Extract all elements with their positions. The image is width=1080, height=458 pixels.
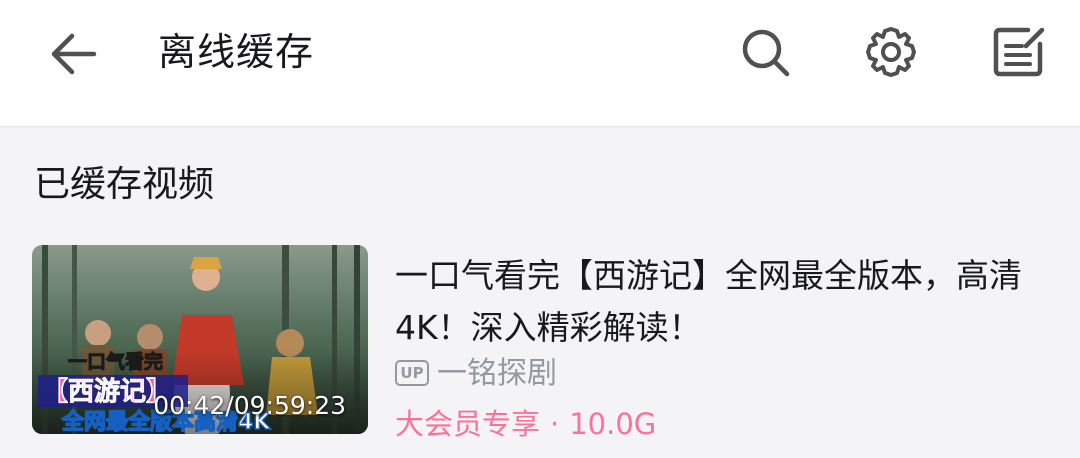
page-title: 离线缓存	[158, 30, 315, 74]
cached-video-item[interactable]: 一口气看完 【西游记】 全网最全版本高清4K 00:42/09:59:23 一口…	[0, 236, 1080, 446]
vip-label: 大会员专享	[395, 407, 541, 441]
back-button[interactable]	[44, 24, 104, 84]
edit-button[interactable]	[988, 22, 1048, 82]
edit-icon	[993, 27, 1045, 77]
video-title[interactable]: 一口气看完【西游记】全网最全版本，高清4K！深入精彩解读！	[395, 250, 1035, 354]
uploader-name: 一铭探剧	[437, 356, 557, 391]
search-button[interactable]	[735, 22, 795, 82]
top-bar: 离线缓存	[0, 0, 1080, 126]
back-arrow-icon	[51, 33, 97, 75]
search-icon	[742, 29, 790, 77]
up-badge-icon: UP	[395, 360, 429, 386]
meta-row: 大会员专享 · 10.0G	[395, 404, 656, 444]
video-thumbnail[interactable]: 一口气看完 【西游记】 全网最全版本高清4K 00:42/09:59:23	[32, 245, 368, 434]
thumbnail-caption-line1: 一口气看完	[68, 350, 163, 373]
settings-button[interactable]	[861, 22, 921, 82]
meta-separator: ·	[550, 407, 560, 441]
file-size: 10.0G	[569, 407, 657, 441]
gear-icon	[866, 27, 916, 77]
section-title: 已缓存视频	[34, 164, 215, 205]
video-duration: 00:42/09:59:23	[153, 391, 346, 420]
